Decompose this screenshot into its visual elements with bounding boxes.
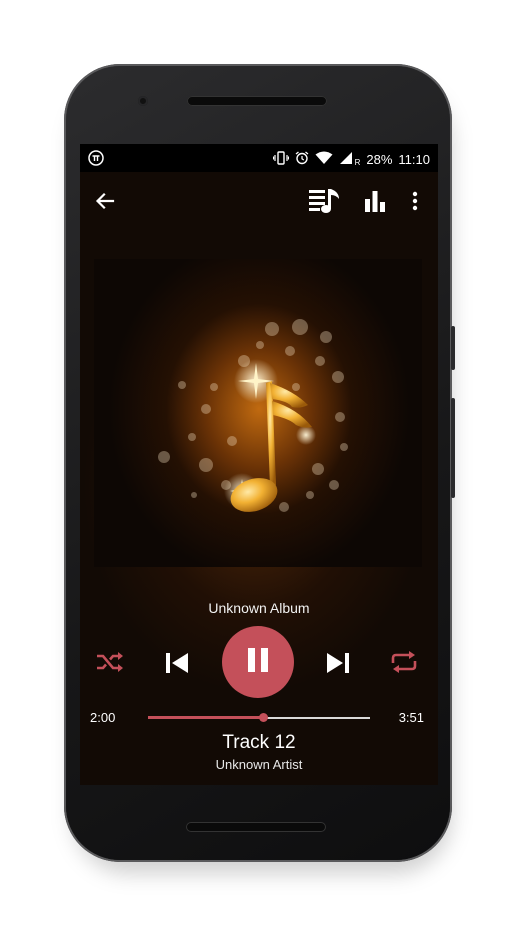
volume-rocker <box>451 398 455 498</box>
shuffle-icon[interactable] <box>92 646 128 678</box>
signal-icon <box>339 151 353 169</box>
pi-icon <box>88 150 104 169</box>
toolbar <box>80 172 438 228</box>
repeat-icon[interactable] <box>386 646 422 678</box>
skip-previous-icon[interactable] <box>160 646 194 680</box>
battery-percent: 28% <box>366 152 393 167</box>
front-camera <box>138 96 148 106</box>
seek-thumb[interactable] <box>259 713 268 722</box>
status-bar: R 28% 11:10 <box>80 144 438 172</box>
playback-controls <box>80 622 438 712</box>
pause-icon <box>245 646 271 679</box>
clock: 11:10 <box>398 152 430 167</box>
music-note-artwork <box>158 319 348 512</box>
arrow-back-icon[interactable] <box>88 184 122 218</box>
queue-music-icon[interactable] <box>306 182 344 220</box>
play-pause-button[interactable] <box>222 626 294 698</box>
bottom-speaker <box>186 822 326 832</box>
equalizer-icon[interactable] <box>358 184 392 218</box>
track-artist: Unknown Artist <box>215 757 303 772</box>
earpiece-speaker <box>187 96 327 106</box>
album-art <box>94 259 422 567</box>
album-name: Unknown Album <box>208 600 310 616</box>
screen: R 28% 11:10 Unknown Album 2:00 3:51 Trac… <box>80 144 438 785</box>
skip-next-icon[interactable] <box>321 646 355 680</box>
alarm-icon <box>295 151 309 169</box>
more-vert-icon[interactable] <box>402 184 428 218</box>
total-duration: 3:51 <box>398 710 424 725</box>
wifi-icon <box>315 151 333 169</box>
seek-progress <box>148 716 263 719</box>
vibrate-icon <box>272 151 289 169</box>
track-title: Track 12 <box>222 732 296 753</box>
elapsed-time: 2:00 <box>90 710 116 725</box>
power-button <box>451 326 455 370</box>
roaming-label: R <box>354 158 361 167</box>
